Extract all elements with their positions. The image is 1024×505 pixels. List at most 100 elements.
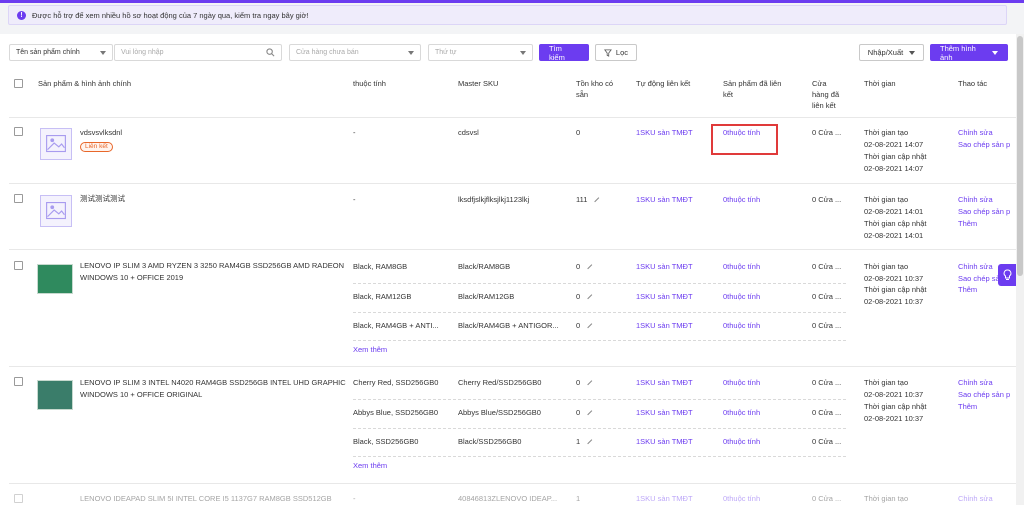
notice-text: Được hỗ trợ để xem nhiều hồ sơ hoạt động… xyxy=(32,10,309,20)
created-label: Thời gian tạo xyxy=(864,262,909,271)
pencil-icon[interactable] xyxy=(583,406,593,416)
header-linked-products: Sản phẩm đã liên kết xyxy=(723,78,781,100)
attribute-value: Abbys Blue, SSD256GB0 xyxy=(353,408,439,417)
row-checkbox[interactable] xyxy=(14,127,23,136)
edit-link[interactable]: Chỉnh sửa xyxy=(958,493,993,504)
sku-tmdt-link[interactable]: 1SKU sàn TMĐT xyxy=(636,493,693,504)
filter-button[interactable]: Lọc xyxy=(595,44,637,61)
linked-stores: 0 Cửa ... xyxy=(812,494,842,503)
variant-divider xyxy=(353,340,846,341)
add-image-button[interactable]: Thêm hình ảnh xyxy=(930,44,1008,62)
copy-link[interactable]: Sao chép sản p xyxy=(958,206,1010,217)
sku-tmdt-link[interactable]: 1SKU sàn TMĐT xyxy=(636,436,693,447)
variant-divider xyxy=(353,399,846,400)
linked-stores: 0 Cửa ... xyxy=(812,408,842,417)
created-time: 02-08-2021 14:07 xyxy=(864,140,924,149)
attribute-value: - xyxy=(353,128,356,137)
row-checkbox[interactable] xyxy=(14,261,23,270)
search-input[interactable]: Vui lòng nhập xyxy=(114,44,282,61)
filter-bar: Tên sản phẩm chính Vui lòng nhập Cửa hàn… xyxy=(9,43,637,62)
sku-tmdt-link[interactable]: 1SKU sàn TMĐT xyxy=(636,194,693,205)
search-button-label: Tìm kiếm xyxy=(549,43,565,62)
row-checkbox[interactable] xyxy=(14,494,23,503)
product-name[interactable]: vdsvsvlksdnl xyxy=(80,127,122,138)
product-name[interactable]: 测试测试测试 xyxy=(80,193,125,204)
linked-attr-link[interactable]: 0thuộc tính xyxy=(723,377,760,388)
more-link[interactable]: Thêm xyxy=(958,218,977,229)
product-name[interactable]: LENOVO IDEAPAD SLIM 5I INTEL CORE I5 113… xyxy=(80,493,332,504)
pencil-icon[interactable] xyxy=(583,376,593,386)
header-store-line2: hàng đã xyxy=(812,90,840,99)
master-sku: cdsvsl xyxy=(458,128,479,137)
search-icon[interactable] xyxy=(266,48,275,57)
row-checkbox[interactable] xyxy=(14,194,23,203)
linked-attr-link[interactable]: 0thuộc tính xyxy=(723,291,760,302)
variant-divider xyxy=(353,283,846,284)
pencil-icon[interactable] xyxy=(583,260,593,270)
more-link[interactable]: Thêm xyxy=(958,401,977,412)
created-time: 02-08-2021 10:37 xyxy=(864,274,924,283)
pencil-icon[interactable] xyxy=(583,290,593,300)
header-linked-line2: kết xyxy=(723,90,734,99)
sku-tmdt-link[interactable]: 1SKU sàn TMĐT xyxy=(636,407,693,418)
highlight-box xyxy=(711,124,778,155)
sku-tmdt-link[interactable]: 1SKU sàn TMĐT xyxy=(636,320,693,331)
see-more-link[interactable]: Xem thêm xyxy=(353,460,387,471)
sku-tmdt-link[interactable]: 1SKU sàn TMĐT xyxy=(636,377,693,388)
pencil-icon[interactable] xyxy=(583,435,593,445)
linked-attr-link[interactable]: 0thuộc tính xyxy=(723,194,760,205)
header-store-line1: Cửa xyxy=(812,79,827,88)
sku-tmdt-link[interactable]: 1SKU sàn TMĐT xyxy=(636,291,693,302)
linked-attr-link[interactable]: 0thuộc tính xyxy=(723,320,760,331)
filter-icon xyxy=(604,48,612,57)
edit-link[interactable]: Chỉnh sửa xyxy=(958,377,993,388)
store-select[interactable]: Cửa hàng chưa bán xyxy=(289,44,421,61)
import-export-button[interactable]: Nhập/Xuất xyxy=(859,44,924,61)
edit-link[interactable]: Chỉnh sửa xyxy=(958,261,993,272)
stock-value: 0 xyxy=(576,378,581,387)
sku-tmdt-link[interactable]: 1SKU sàn TMĐT xyxy=(636,127,693,138)
stock-cell: 0 xyxy=(576,290,593,302)
linked-attr-link[interactable]: 0thuộc tính xyxy=(723,261,760,272)
created-label: Thời gian tạo xyxy=(864,378,909,387)
copy-link[interactable]: Sao chép sản p xyxy=(958,389,1010,400)
search-button[interactable]: Tìm kiếm xyxy=(539,43,589,62)
linked-stores: 0 Cửa ... xyxy=(812,262,842,271)
product-name-line2[interactable]: WINDOWS 10 + OFFICE ORIGINAL xyxy=(80,389,202,400)
select-all-checkbox[interactable] xyxy=(14,79,23,88)
partial-row: LENOVO IDEAPAD SLIM 5I INTEL CORE I5 113… xyxy=(0,490,1016,505)
header-linked-stores: Cửa hàng đã liên kết xyxy=(812,78,839,111)
edit-link[interactable]: Chỉnh sửa xyxy=(958,194,993,205)
edit-link[interactable]: Chỉnh sửa xyxy=(958,127,993,138)
top-accent-bar xyxy=(0,0,1024,3)
row-checkbox[interactable] xyxy=(14,377,23,386)
pencil-icon[interactable] xyxy=(591,193,600,203)
field-select[interactable]: Tên sản phẩm chính xyxy=(9,44,113,61)
variant-divider xyxy=(353,428,846,429)
header-stock-line2: sẵn xyxy=(576,90,589,99)
product-name-line2[interactable]: WINDOWS 10 + OFFICE 2019 xyxy=(80,272,183,283)
order-select[interactable]: Thứ tự xyxy=(428,44,533,61)
sku-tmdt-link[interactable]: 1SKU sàn TMĐT xyxy=(636,261,693,272)
stock-cell: 0 xyxy=(576,260,593,272)
divider xyxy=(9,117,1016,118)
see-more-link[interactable]: Xem thêm xyxy=(353,344,387,355)
linked-attr-link[interactable]: 0thuộc tính xyxy=(723,493,760,504)
vertical-scrollbar[interactable] xyxy=(1016,34,1024,505)
scrollbar-thumb[interactable] xyxy=(1017,36,1023,276)
stock-cell: 1 xyxy=(576,435,593,447)
linked-attr-link[interactable]: 0thuộc tính xyxy=(723,436,760,447)
header-attribute: thuộc tính xyxy=(353,79,386,88)
linked-attr-link[interactable]: 0thuộc tính xyxy=(723,407,760,418)
product-name-line1[interactable]: LENOVO IP SLIM 3 AMD RYZEN 3 3250 RAM4GB… xyxy=(80,260,344,271)
stock-cell: 0 xyxy=(576,406,593,418)
header-master-sku: Master SKU xyxy=(458,79,499,88)
copy-link[interactable]: Sao chép sản p xyxy=(958,139,1010,150)
product-name-line1[interactable]: LENOVO IP SLIM 3 INTEL N4020 RAM4GB SSD2… xyxy=(80,377,346,388)
header-stock: Tồn kho có sẵn xyxy=(576,78,613,100)
more-link[interactable]: Thêm xyxy=(958,284,977,295)
header-actions: Thao tác xyxy=(958,79,988,88)
pencil-icon[interactable] xyxy=(583,319,593,329)
lightbulb-help-button[interactable] xyxy=(998,264,1016,286)
attribute-value: Black, RAM4GB + ANTI... xyxy=(353,321,439,330)
